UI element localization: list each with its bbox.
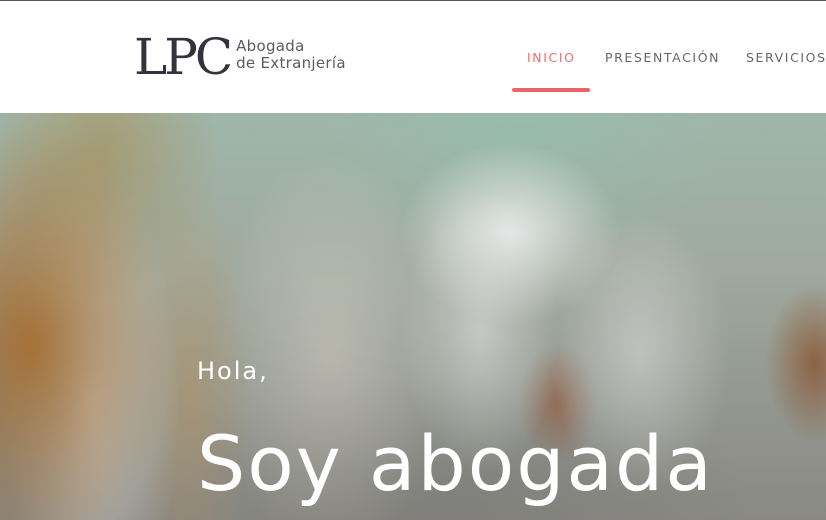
nav-item-inicio[interactable]: INICIO <box>527 50 576 65</box>
active-nav-indicator <box>512 88 590 92</box>
nav-item-presentacion[interactable]: PRESENTACIÓN <box>605 50 720 65</box>
hero-greeting: Hola, <box>197 357 269 385</box>
site-header: LPC Abogada de Extranjería INICIO PRESEN… <box>0 1 826 113</box>
hero-title: Soy abogada <box>197 419 714 508</box>
hero-section: Hola, Soy abogada <box>0 113 826 520</box>
page: LPC Abogada de Extranjería INICIO PRESEN… <box>0 0 826 520</box>
main-nav: INICIO PRESENTACIÓN SERVICIOS <box>0 1 826 113</box>
nav-item-servicios[interactable]: SERVICIOS <box>746 50 826 65</box>
